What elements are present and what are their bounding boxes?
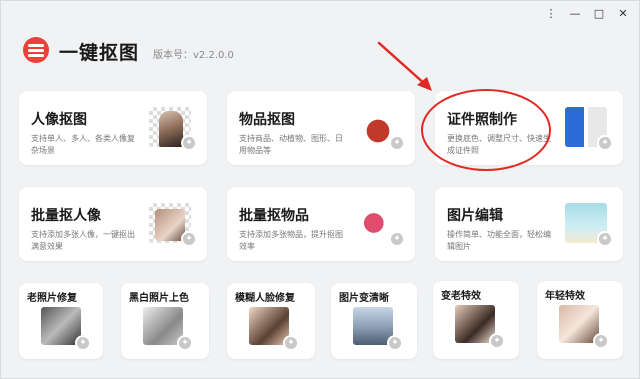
annotation-arrow xyxy=(377,41,432,91)
annotation-ellipse xyxy=(421,89,551,171)
app-window: ⋮ — □ ✕ 一键抠图 版本号：v2.2.0.0 人像抠图 支持单人、多人、各… xyxy=(0,0,640,379)
